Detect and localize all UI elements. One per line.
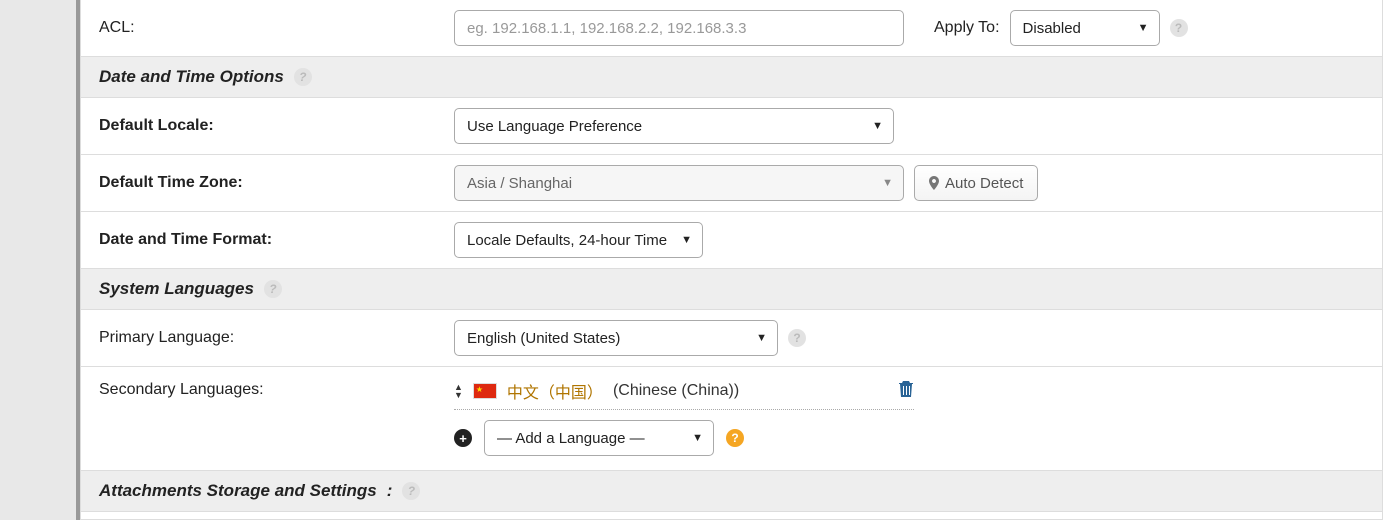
apply-to-select[interactable]: Disabled ▼ (1010, 10, 1160, 46)
primary-language-select[interactable]: English (United States) ▼ (454, 320, 778, 356)
default-timezone-row: Default Time Zone: Asia / Shanghai ▼ Aut… (81, 155, 1382, 212)
chevron-down-icon: ▼ (882, 177, 893, 189)
help-warning-icon[interactable]: ? (726, 429, 744, 447)
secondary-languages-label: Secondary Languages: (99, 379, 444, 399)
default-locale-select[interactable]: Use Language Preference ▼ (454, 108, 894, 144)
trash-icon[interactable] (898, 380, 914, 403)
help-icon[interactable]: ? (264, 280, 282, 298)
help-icon[interactable]: ? (788, 329, 806, 347)
help-icon[interactable]: ? (294, 68, 312, 86)
chevron-down-icon: ▼ (756, 332, 767, 344)
help-icon[interactable]: ? (402, 482, 420, 500)
auto-detect-button[interactable]: Auto Detect (914, 165, 1038, 201)
primary-language-row: Primary Language: English (United States… (81, 310, 1382, 367)
add-icon[interactable]: + (454, 429, 472, 447)
section-title: Attachments Storage and Settings (99, 481, 377, 501)
default-locale-label: Default Locale: (99, 117, 444, 135)
flag-cn-icon (473, 383, 497, 399)
primary-language-label: Primary Language: (99, 329, 444, 347)
settings-panel: ACL: Apply To: Disabled ▼ ? Date and Tim… (80, 0, 1383, 520)
left-gutter (0, 0, 80, 520)
chevron-down-icon: ▼ (681, 234, 692, 246)
datetime-format-label: Date and Time Format: (99, 231, 444, 249)
chevron-down-icon: ▼ (692, 432, 703, 444)
acl-input[interactable] (454, 10, 904, 46)
secondary-language-item: ▲▼ 中文（中国） (Chinese (China)) (454, 379, 914, 410)
section-languages: System Languages ? (81, 269, 1382, 310)
section-title: System Languages (99, 279, 254, 299)
default-locale-row: Default Locale: Use Language Preference … (81, 98, 1382, 155)
datetime-format-select[interactable]: Locale Defaults, 24-hour Time ▼ (454, 222, 703, 258)
default-timezone-label: Default Time Zone: (99, 174, 444, 192)
language-native-name: 中文（中国） (507, 379, 603, 403)
section-attachments: Attachments Storage and Settings: ? (81, 471, 1382, 512)
help-icon[interactable]: ? (1170, 19, 1188, 37)
section-title: Date and Time Options (99, 67, 284, 87)
acl-label: ACL: (99, 19, 444, 37)
secondary-languages-row: Secondary Languages: ▲▼ 中文（中国） (Chinese … (81, 367, 1382, 471)
drag-handle-icon[interactable]: ▲▼ (454, 384, 463, 399)
datetime-format-row: Date and Time Format: Locale Defaults, 2… (81, 212, 1382, 269)
section-datetime: Date and Time Options ? (81, 57, 1382, 98)
location-pin-icon (929, 176, 939, 190)
chevron-down-icon: ▼ (1138, 22, 1149, 34)
language-english-name: (Chinese (China)) (613, 382, 739, 400)
default-timezone-select[interactable]: Asia / Shanghai ▼ (454, 165, 904, 201)
add-language-select[interactable]: — Add a Language — ▼ (484, 420, 714, 456)
chevron-down-icon: ▼ (872, 120, 883, 132)
store-attachments-row: Store Attachments: In the database ▼ * ? (81, 512, 1382, 520)
acl-row: ACL: Apply To: Disabled ▼ ? (81, 0, 1382, 57)
apply-to-label: Apply To: (934, 19, 1000, 37)
